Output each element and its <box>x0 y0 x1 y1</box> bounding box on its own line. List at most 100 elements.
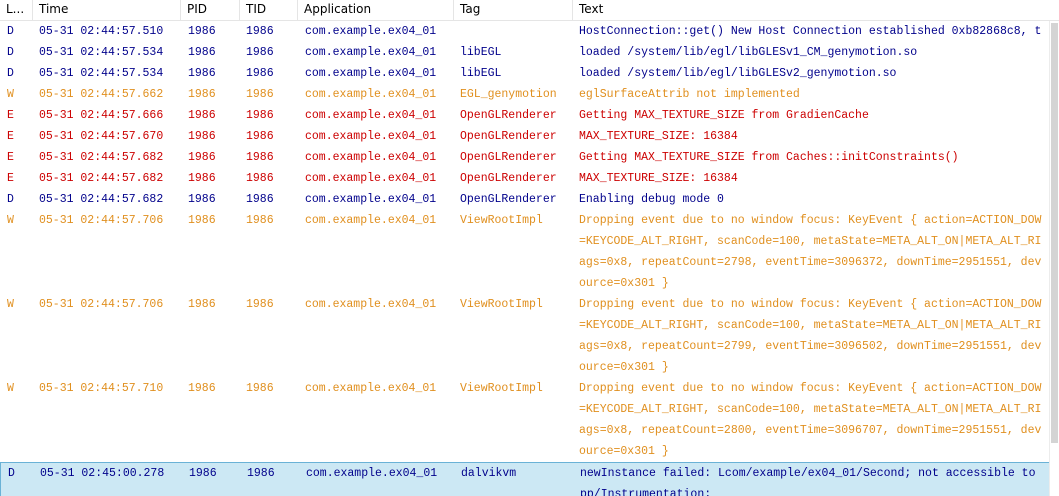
log-row[interactable]: W 05-31 02:44:57.706 1986 1986 com.example.e… <box>0 294 1050 378</box>
column-header-pid[interactable]: PID <box>181 0 240 20</box>
log-pid-cell: 1986 <box>188 67 216 80</box>
log-tag-cell: OpenGLRenderer <box>460 130 557 143</box>
log-text-line: eglSurfaceAttrib not implemented <box>579 88 800 101</box>
log-row[interactable]: W 05-31 02:44:57.706 1986 1986 com.example.e… <box>0 210 1050 294</box>
log-app-cell: com.example.ex04_01 <box>305 88 437 101</box>
log-app-cell: com.example.ex04_01 <box>305 151 437 164</box>
log-text-line: ource=0x301 } <box>579 445 669 458</box>
log-tid-cell: 1986 <box>246 25 274 38</box>
log-time-cell: 05-31 02:44:57.662 <box>39 88 164 101</box>
log-time-cell: 05-31 02:44:57.710 <box>39 382 164 395</box>
log-app-cell: com.example.ex04_01 <box>305 172 437 185</box>
log-text-line: ags=0x8, repeatCount=2799, eventTime=309… <box>579 340 1042 353</box>
log-level-cell: D <box>7 46 14 59</box>
log-row[interactable]: E 05-31 02:44:57.670 1986 1986 com.example.e… <box>0 126 1050 147</box>
column-header-time[interactable]: Time <box>33 0 181 20</box>
log-text-line: Getting MAX_TEXTURE_SIZE from GradienCac… <box>579 109 869 122</box>
log-text-cell: loaded /system/lib/egl/libGLESv2_genymot… <box>579 63 1050 84</box>
log-tag-cell: EGL_genymotion <box>460 88 557 101</box>
log-text-line: Dropping event due to no window focus: K… <box>579 214 1042 227</box>
log-level-cell: E <box>7 109 14 122</box>
log-text-line: MAX_TEXTURE_SIZE: 16384 <box>579 172 738 185</box>
log-row[interactable]: D 05-31 02:44:57.534 1986 1986 com.example.e… <box>0 42 1050 63</box>
log-text-cell: Enabling debug mode 0 <box>579 189 1050 210</box>
log-tid-cell: 1986 <box>246 172 274 185</box>
log-text-cell: Getting MAX_TEXTURE_SIZE from GradienCac… <box>579 105 1050 126</box>
log-text-cell: eglSurfaceAttrib not implemented <box>579 84 1050 105</box>
log-app-cell: com.example.ex04_01 <box>305 109 437 122</box>
log-text-cell: MAX_TEXTURE_SIZE: 16384 <box>579 168 1050 189</box>
log-level-cell: D <box>7 25 14 38</box>
log-time-cell: 05-31 02:44:57.706 <box>39 214 164 227</box>
log-row[interactable]: E 05-31 02:44:57.682 1986 1986 com.example.e… <box>0 168 1050 189</box>
log-row[interactable]: D 05-31 02:44:57.534 1986 1986 com.example.e… <box>0 63 1050 84</box>
log-text-cell: HostConnection::get() New Host Connectio… <box>579 21 1050 42</box>
log-app-cell: com.example.ex04_01 <box>305 214 437 227</box>
log-level-cell: W <box>7 298 14 311</box>
log-text-line: Dropping event due to no window focus: K… <box>579 298 1042 311</box>
log-level-cell: W <box>7 382 14 395</box>
log-text-line: loaded /system/lib/egl/libGLESv2_genymot… <box>579 67 897 80</box>
column-header-tid[interactable]: TID <box>240 0 298 20</box>
log-row[interactable]: E 05-31 02:44:57.666 1986 1986 com.example.e… <box>0 105 1050 126</box>
log-row[interactable]: E 05-31 02:44:57.682 1986 1986 com.example.e… <box>0 147 1050 168</box>
log-tid-cell: 1986 <box>246 130 274 143</box>
log-text-line: ource=0x301 } <box>579 277 669 290</box>
log-time-cell: 05-31 02:44:57.510 <box>39 25 164 38</box>
log-tid-cell: 1986 <box>246 109 274 122</box>
log-pid-cell: 1986 <box>188 109 216 122</box>
log-row[interactable]: D 05-31 02:45:00.278 1986 1986 com.example.e… <box>0 462 1050 496</box>
log-app-cell: com.example.ex04_01 <box>305 25 437 38</box>
column-header-tag[interactable]: Tag <box>454 0 573 20</box>
log-time-cell: 05-31 02:45:00.278 <box>40 467 165 480</box>
log-level-cell: D <box>7 67 14 80</box>
column-header-level[interactable]: L... <box>0 0 33 20</box>
log-level-cell: W <box>7 214 14 227</box>
scrollbar-thumb[interactable] <box>1051 23 1058 443</box>
log-pid-cell: 1986 <box>188 46 216 59</box>
log-app-cell: com.example.ex04_01 <box>305 130 437 143</box>
log-pid-cell: 1986 <box>188 382 216 395</box>
log-text-line: Enabling debug mode 0 <box>579 193 724 206</box>
log-level-cell: D <box>8 467 15 480</box>
log-text-line: newInstance failed: Lcom/example/ex04_01… <box>580 467 1036 480</box>
log-time-cell: 05-31 02:44:57.534 <box>39 67 164 80</box>
log-row[interactable]: W 05-31 02:44:57.662 1986 1986 com.example.e… <box>0 84 1050 105</box>
log-text-line: ags=0x8, repeatCount=2798, eventTime=309… <box>579 256 1042 269</box>
vertical-scrollbar[interactable] <box>1049 21 1059 496</box>
log-tag-cell: OpenGLRenderer <box>460 172 557 185</box>
log-tag-cell: libEGL <box>460 46 502 59</box>
log-tid-cell: 1986 <box>246 214 274 227</box>
log-time-cell: 05-31 02:44:57.682 <box>39 172 164 185</box>
log-text-cell: Dropping event due to no window focus: K… <box>579 294 1050 378</box>
log-text-line: loaded /system/lib/egl/libGLESv1_CM_geny… <box>579 46 918 59</box>
log-tid-cell: 1986 <box>246 88 274 101</box>
log-tag-cell: libEGL <box>460 67 502 80</box>
log-pid-cell: 1986 <box>188 193 216 206</box>
log-text-cell: Dropping event due to no window focus: K… <box>579 210 1050 294</box>
column-header-text[interactable]: Text <box>573 0 1059 20</box>
column-header-application[interactable]: Application <box>298 0 454 20</box>
log-time-cell: 05-31 02:44:57.706 <box>39 298 164 311</box>
log-level-cell: W <box>7 88 14 101</box>
log-app-cell: com.example.ex04_01 <box>305 298 437 311</box>
log-tag-cell: ViewRootImpl <box>460 214 543 227</box>
log-level-cell: E <box>7 172 14 185</box>
log-row[interactable]: D 05-31 02:44:57.510 1986 1986 com.example.e… <box>0 21 1050 42</box>
log-level-cell: E <box>7 151 14 164</box>
log-tid-cell: 1986 <box>246 151 274 164</box>
log-tid-cell: 1986 <box>246 193 274 206</box>
log-text-line: =KEYCODE_ALT_RIGHT, scanCode=100, metaSt… <box>579 319 1042 332</box>
log-text-line: Dropping event due to no window focus: K… <box>579 382 1042 395</box>
log-text-line: HostConnection::get() New Host Connectio… <box>579 25 1042 38</box>
log-text-cell: Dropping event due to no window focus: K… <box>579 378 1050 462</box>
log-text-line: ource=0x301 } <box>579 361 669 374</box>
log-time-cell: 05-31 02:44:57.682 <box>39 193 164 206</box>
log-pid-cell: 1986 <box>188 172 216 185</box>
log-row[interactable]: W 05-31 02:44:57.710 1986 1986 com.example.e… <box>0 378 1050 462</box>
log-text-line: ags=0x8, repeatCount=2800, eventTime=309… <box>579 424 1042 437</box>
log-tid-cell: 1986 <box>246 382 274 395</box>
log-row[interactable]: D 05-31 02:44:57.682 1986 1986 com.example.e… <box>0 189 1050 210</box>
log-tid-cell: 1986 <box>246 298 274 311</box>
log-level-cell: D <box>7 193 14 206</box>
